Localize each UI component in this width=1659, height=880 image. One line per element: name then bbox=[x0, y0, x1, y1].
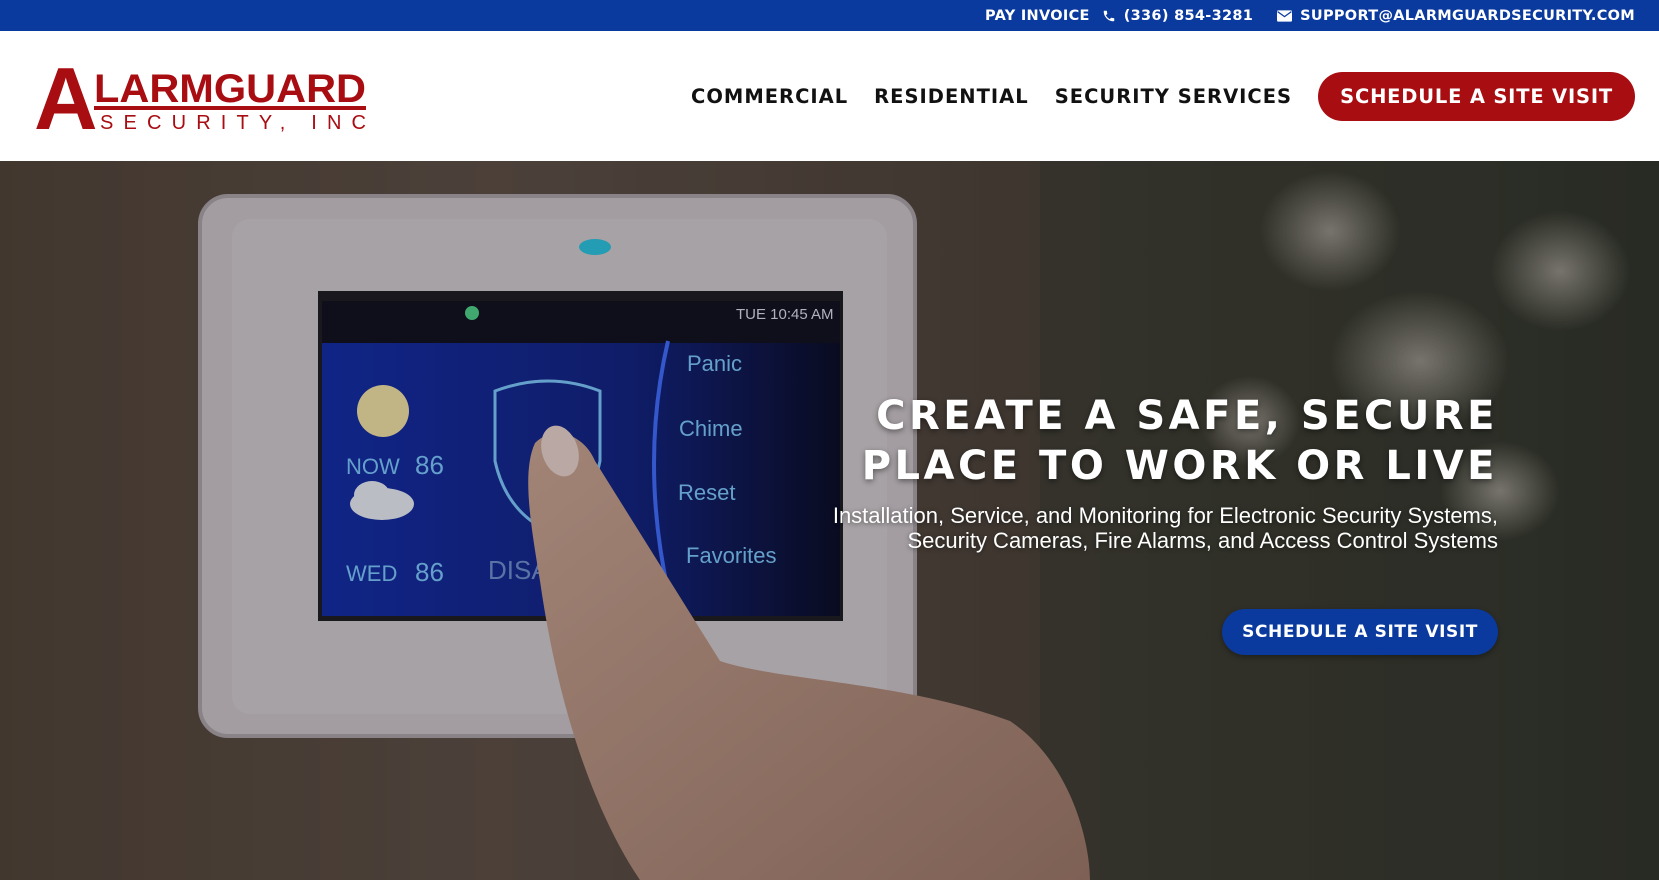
top-bar-links: PAY INVOICE (336) 854-3281 SUPPORT@ALARM… bbox=[985, 0, 1635, 31]
hero-subtitle: Installation, Service, and Monitoring fo… bbox=[738, 503, 1498, 553]
hero-subtitle-line-2: Security Cameras, Fire Alarms, and Acces… bbox=[907, 528, 1498, 553]
hero-section: TUE 10:45 AM NOW 86 WED 86 DISARM Panic … bbox=[0, 161, 1659, 880]
logo-tagline: SECURITY, INC bbox=[100, 112, 366, 134]
logo-name: LARMGUARD bbox=[94, 67, 366, 111]
schedule-site-visit-hero-button[interactable]: SCHEDULE A SITE VISIT bbox=[1222, 609, 1498, 655]
phone-link[interactable]: (336) 854-3281 bbox=[1102, 8, 1253, 24]
email-address: SUPPORT@ALARMGUARDSECURITY.COM bbox=[1300, 7, 1635, 24]
nav-commercial[interactable]: COMMERCIAL bbox=[691, 85, 848, 108]
pay-invoice-link[interactable]: PAY INVOICE bbox=[985, 8, 1090, 24]
nav-security-services[interactable]: SECURITY SERVICES bbox=[1055, 85, 1292, 108]
envelope-icon bbox=[1277, 9, 1293, 22]
email-link[interactable]: SUPPORT@ALARMGUARDSECURITY.COM bbox=[1277, 8, 1635, 24]
hero-title-line-1: CREATE A SAFE, SECURE bbox=[876, 393, 1498, 439]
schedule-site-visit-header-button[interactable]: SCHEDULE A SITE VISIT bbox=[1318, 71, 1635, 121]
logo-initial: A bbox=[34, 55, 98, 137]
top-bar: PAY INVOICE (336) 854-3281 SUPPORT@ALARM… bbox=[0, 0, 1659, 31]
alarmguard-logo[interactable]: A LARMGUARD SECURITY, INC bbox=[34, 49, 390, 148]
phone-number: (336) 854-3281 bbox=[1123, 7, 1254, 24]
main-nav: COMMERCIAL RESIDENTIAL SECURITY SERVICES… bbox=[691, 71, 1635, 121]
phone-icon bbox=[1102, 9, 1116, 23]
hero-subtitle-line-1: Installation, Service, and Monitoring fo… bbox=[832, 503, 1498, 528]
hero-title-line-2: PLACE TO WORK OR LIVE bbox=[861, 443, 1498, 489]
site-header: A LARMGUARD SECURITY, INC COMMERCIAL RES… bbox=[0, 31, 1659, 161]
nav-residential[interactable]: RESIDENTIAL bbox=[874, 85, 1029, 108]
hero-text-block: CREATE A SAFE, SECURE PLACE TO WORK OR L… bbox=[738, 391, 1498, 553]
hero-title: CREATE A SAFE, SECURE PLACE TO WORK OR L… bbox=[738, 391, 1498, 491]
